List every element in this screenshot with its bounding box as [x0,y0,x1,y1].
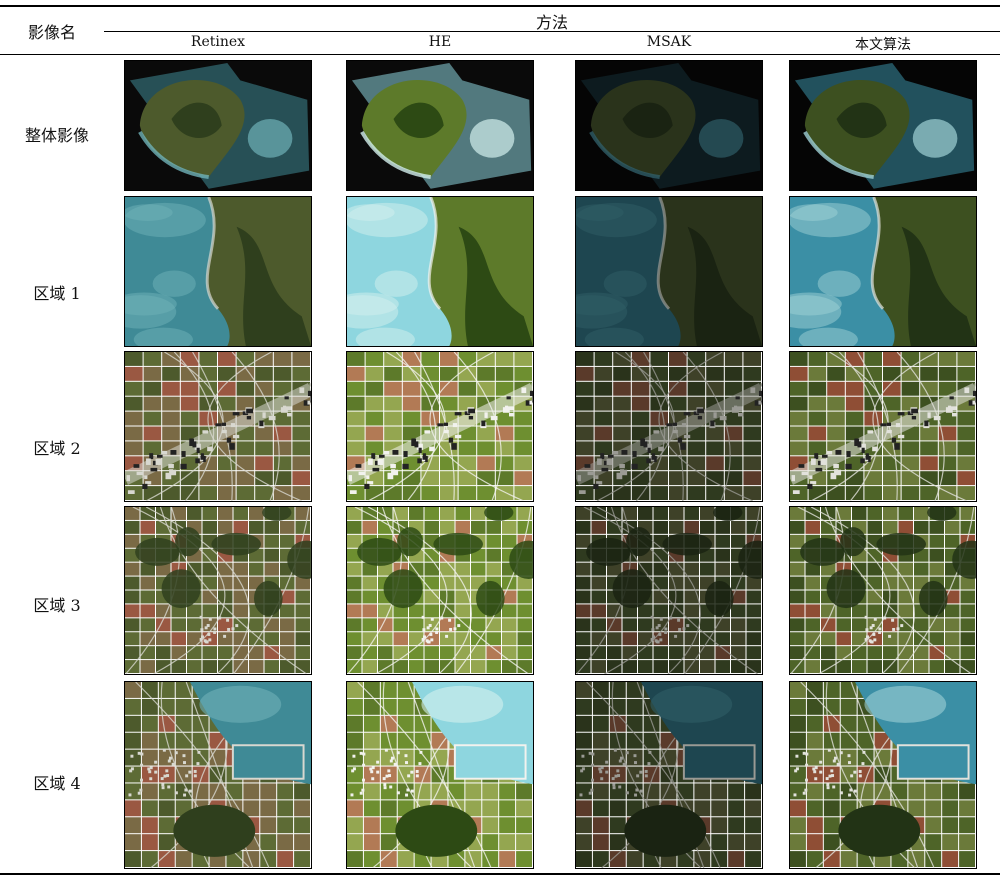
row-header-label: 影像名 [27,23,76,42]
image-fields-2 [575,506,763,675]
row-label-region-2: 区域 2 [33,439,81,458]
image-harbor-1 [346,681,534,869]
image-coast-1 [346,196,534,347]
image-fields-0 [124,506,312,675]
table-header-rule [0,54,1000,55]
image-town-2 [575,351,763,502]
table-top-rule [0,5,1000,7]
image-harbor-3 [789,681,977,869]
image-town-0 [124,351,312,502]
row-label-whole-image: 整体影像 [24,126,89,145]
image-island-2 [575,60,763,191]
row-label-region-1: 区域 1 [33,284,81,303]
column-header-he: HE [428,34,452,50]
image-fields-3 [789,506,977,675]
image-island-3 [789,60,977,191]
image-town-3 [789,351,977,502]
column-header-retinex: Retinex [190,34,246,50]
method-group-header: 方法 [535,13,568,32]
image-coast-3 [789,196,977,347]
image-island-1 [346,60,534,191]
image-town-1 [346,351,534,502]
row-label-region-3: 区域 3 [33,596,81,615]
image-fields-1 [346,506,534,675]
column-header-proposed: 本文算法 [855,37,911,53]
image-harbor-0 [124,681,312,869]
column-header-msak: MSAK [646,34,692,50]
table-bottom-rule [0,873,1000,875]
image-island-0 [124,60,312,191]
row-label-region-4: 区域 4 [33,774,81,793]
image-harbor-2 [575,681,763,869]
image-coast-0 [124,196,312,347]
image-coast-2 [575,196,763,347]
